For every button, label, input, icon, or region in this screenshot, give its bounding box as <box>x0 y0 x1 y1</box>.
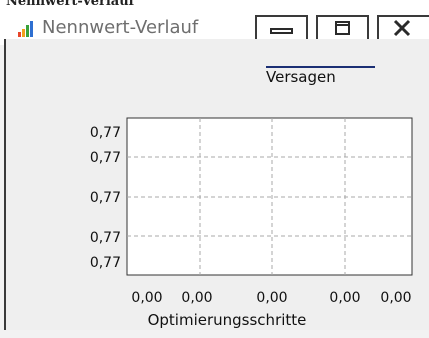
minimize-icon <box>270 28 293 34</box>
close-button[interactable] <box>377 15 429 41</box>
clipped-caption: Nennwert-Verlauf <box>0 0 429 5</box>
close-icon <box>393 19 411 37</box>
maximize-button[interactable] <box>316 15 369 41</box>
window-title: Nennwert-Verlauf <box>42 17 199 38</box>
minimize-button[interactable] <box>255 15 308 41</box>
chart-panel <box>4 39 429 330</box>
legend-label: Versagen <box>266 68 336 86</box>
bar-chart-app-icon <box>18 21 33 37</box>
maximize-icon <box>335 21 350 35</box>
